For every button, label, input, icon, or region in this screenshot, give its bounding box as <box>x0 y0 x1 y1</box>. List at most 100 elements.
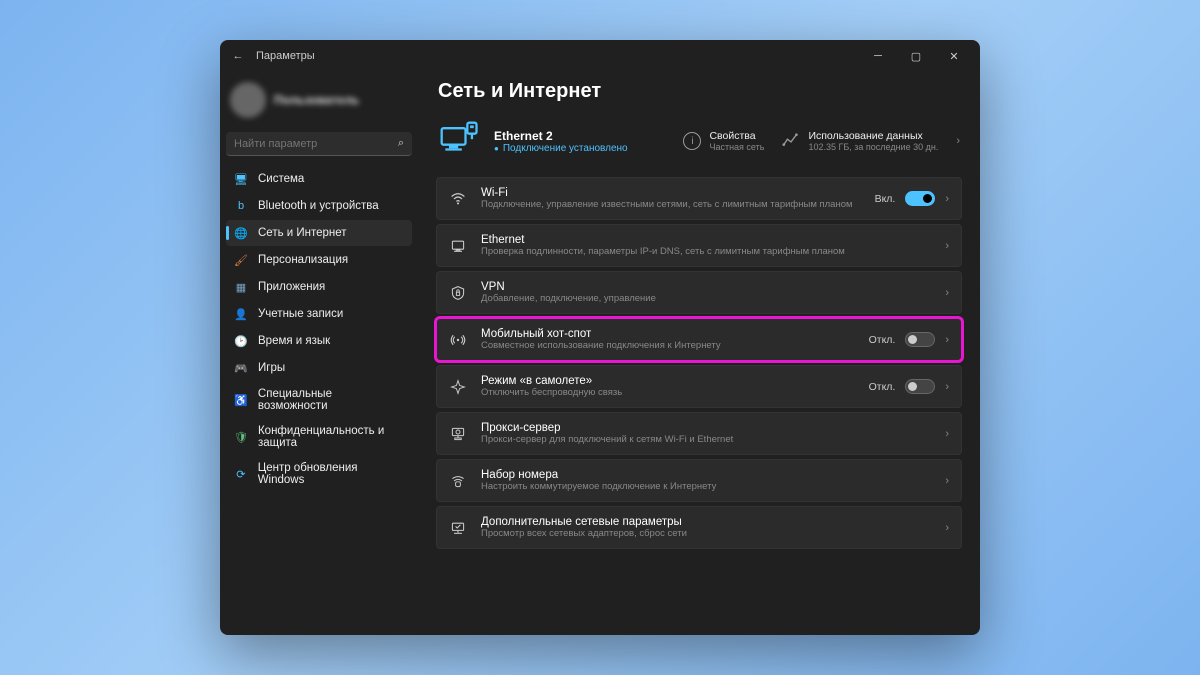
chevron-right-icon: › <box>956 135 960 147</box>
nav-icon: 🎮 <box>234 361 248 375</box>
main-content: Сеть и Интернет Ethernet 2 Подключение у… <box>418 72 980 635</box>
nav-label: Специальные возможности <box>258 388 404 412</box>
card-subtitle: Проверка подлинности, параметры IP-и DNS… <box>481 246 931 257</box>
sidebar: Пользователь ⌕ 🖥 Система b Bluetooth и устр… <box>220 72 418 635</box>
search-input[interactable] <box>234 138 398 150</box>
window-title: Параметры <box>256 50 315 62</box>
chevron-right-icon: › <box>945 381 949 393</box>
setting-card-wifi[interactable]: Wi-Fi Подключение, управление известными… <box>436 177 962 220</box>
search-icon: ⌕ <box>398 137 404 150</box>
nav-icon: 🖌 <box>234 253 248 267</box>
user-name: Пользователь <box>274 93 359 107</box>
sidebar-item-2[interactable]: 🌐 Сеть и Интернет <box>226 220 412 246</box>
nav-label: Bluetooth и устройства <box>258 200 379 212</box>
advanced-icon <box>449 520 467 536</box>
toggle-label: Откл. <box>869 381 896 393</box>
nav-icon: b <box>234 199 248 213</box>
nav-icon: 🌐 <box>234 226 248 240</box>
ethernet-pc-icon <box>438 119 482 163</box>
chevron-right-icon: › <box>945 240 949 252</box>
sidebar-item-4[interactable]: ▦ Приложения <box>226 274 412 300</box>
nav-icon: 🕑 <box>234 334 248 348</box>
setting-card-proxy[interactable]: Прокси-сервер Прокси-сервер для подключе… <box>436 412 962 455</box>
ethernet-icon <box>449 238 467 254</box>
nav-label: Приложения <box>258 281 325 293</box>
card-title: Wi-Fi <box>481 187 861 199</box>
card-subtitle: Совместное использование подключения к И… <box>481 340 855 351</box>
card-title: Режим «в самолете» <box>481 375 855 387</box>
setting-card-airplane[interactable]: Режим «в самолете» Отключить беспроводну… <box>436 365 962 408</box>
chevron-right-icon: › <box>945 334 949 346</box>
network-hero: Ethernet 2 Подключение установлено i Сво… <box>436 115 962 177</box>
card-subtitle: Настроить коммутируемое подключение к Ин… <box>481 481 931 492</box>
toggle-label: Вкл. <box>875 193 896 205</box>
card-title: VPN <box>481 281 931 293</box>
chevron-right-icon: › <box>945 428 949 440</box>
sidebar-item-9[interactable]: 🛡 Конфиденциальность и защита <box>226 419 412 455</box>
page-title: Сеть и Интернет <box>438 80 962 103</box>
sidebar-item-1[interactable]: b Bluetooth и устройства <box>226 193 412 219</box>
data-usage-link[interactable]: Использование данных 102.35 ГБ, за после… <box>782 130 938 152</box>
chevron-right-icon: › <box>945 287 949 299</box>
toggle-switch[interactable] <box>905 379 935 394</box>
nav-icon: ♿ <box>234 393 248 407</box>
proxy-icon <box>449 426 467 442</box>
card-title: Мобильный хот-спот <box>481 328 855 340</box>
airplane-icon <box>449 379 467 395</box>
sidebar-item-8[interactable]: ♿ Специальные возможности <box>226 382 412 418</box>
close-button[interactable]: ✕ <box>936 42 972 70</box>
nav-label: Игры <box>258 362 285 374</box>
sidebar-item-10[interactable]: ⟳Центр обновления Windows <box>226 456 412 492</box>
card-subtitle: Отключить беспроводную связь <box>481 387 855 398</box>
nav-label: Центр обновления Windows <box>258 462 404 486</box>
search-box[interactable]: ⌕ <box>226 132 412 156</box>
setting-card-vpn[interactable]: VPN Добавление, подключение, управление … <box>436 271 962 314</box>
back-button[interactable]: ← <box>228 50 248 62</box>
hotspot-icon <box>449 332 467 348</box>
card-subtitle: Просмотр всех сетевых адаптеров, сброс с… <box>481 528 931 539</box>
card-subtitle: Прокси-сервер для подключений к сетям Wi… <box>481 434 931 445</box>
card-title: Ethernet <box>481 234 931 246</box>
card-subtitle: Добавление, подключение, управление <box>481 293 931 304</box>
nav-label: Время и язык <box>258 335 330 347</box>
sidebar-item-3[interactable]: 🖌 Персонализация <box>226 247 412 273</box>
setting-card-ethernet[interactable]: Ethernet Проверка подлинности, параметры… <box>436 224 962 267</box>
sidebar-item-7[interactable]: 🎮 Игры <box>226 355 412 381</box>
setting-card-advanced[interactable]: Дополнительные сетевые параметры Просмот… <box>436 506 962 549</box>
info-icon: i <box>683 132 701 150</box>
card-title: Прокси-сервер <box>481 422 931 434</box>
nav-label: Сеть и Интернет <box>258 227 347 239</box>
chevron-right-icon: › <box>945 475 949 487</box>
setting-card-dialup[interactable]: Набор номера Настроить коммутируемое под… <box>436 459 962 502</box>
sidebar-item-0[interactable]: 🖥 Система <box>226 166 412 192</box>
title-bar: ← Параметры ─ ▢ ✕ <box>220 40 980 72</box>
nav-label: Персонализация <box>258 254 348 266</box>
data-usage-icon <box>782 132 800 150</box>
nav-label: Конфиденциальность и защита <box>258 425 404 449</box>
setting-card-hotspot[interactable]: Мобильный хот-спот Совместное использова… <box>436 318 962 361</box>
chevron-right-icon: › <box>945 522 949 534</box>
maximize-button[interactable]: ▢ <box>898 42 934 70</box>
avatar <box>230 82 266 118</box>
wifi-icon <box>449 191 467 207</box>
user-account-row[interactable]: Пользователь <box>226 76 412 128</box>
properties-link[interactable]: i Свойства Частная сеть <box>683 130 764 152</box>
nav-icon: 👤 <box>234 307 248 321</box>
nav-label: Учетные записи <box>258 308 343 320</box>
toggle-switch[interactable] <box>905 332 935 347</box>
minimize-button[interactable]: ─ <box>860 42 896 70</box>
vpn-icon <box>449 285 467 301</box>
nav-icon: 🛡 <box>234 430 248 444</box>
card-title: Дополнительные сетевые параметры <box>481 516 931 528</box>
toggle-label: Откл. <box>869 334 896 346</box>
chevron-right-icon: › <box>945 193 949 205</box>
toggle-switch[interactable] <box>905 191 935 206</box>
sidebar-item-5[interactable]: 👤 Учетные записи <box>226 301 412 327</box>
nav-label: Система <box>258 173 304 185</box>
nav-icon: ▦ <box>234 280 248 294</box>
dialup-icon <box>449 473 467 489</box>
sidebar-item-6[interactable]: 🕑 Время и язык <box>226 328 412 354</box>
nav-icon: 🖥 <box>234 172 248 186</box>
card-subtitle: Подключение, управление известными сетям… <box>481 199 861 210</box>
connection-name: Ethernet 2 <box>494 129 628 143</box>
